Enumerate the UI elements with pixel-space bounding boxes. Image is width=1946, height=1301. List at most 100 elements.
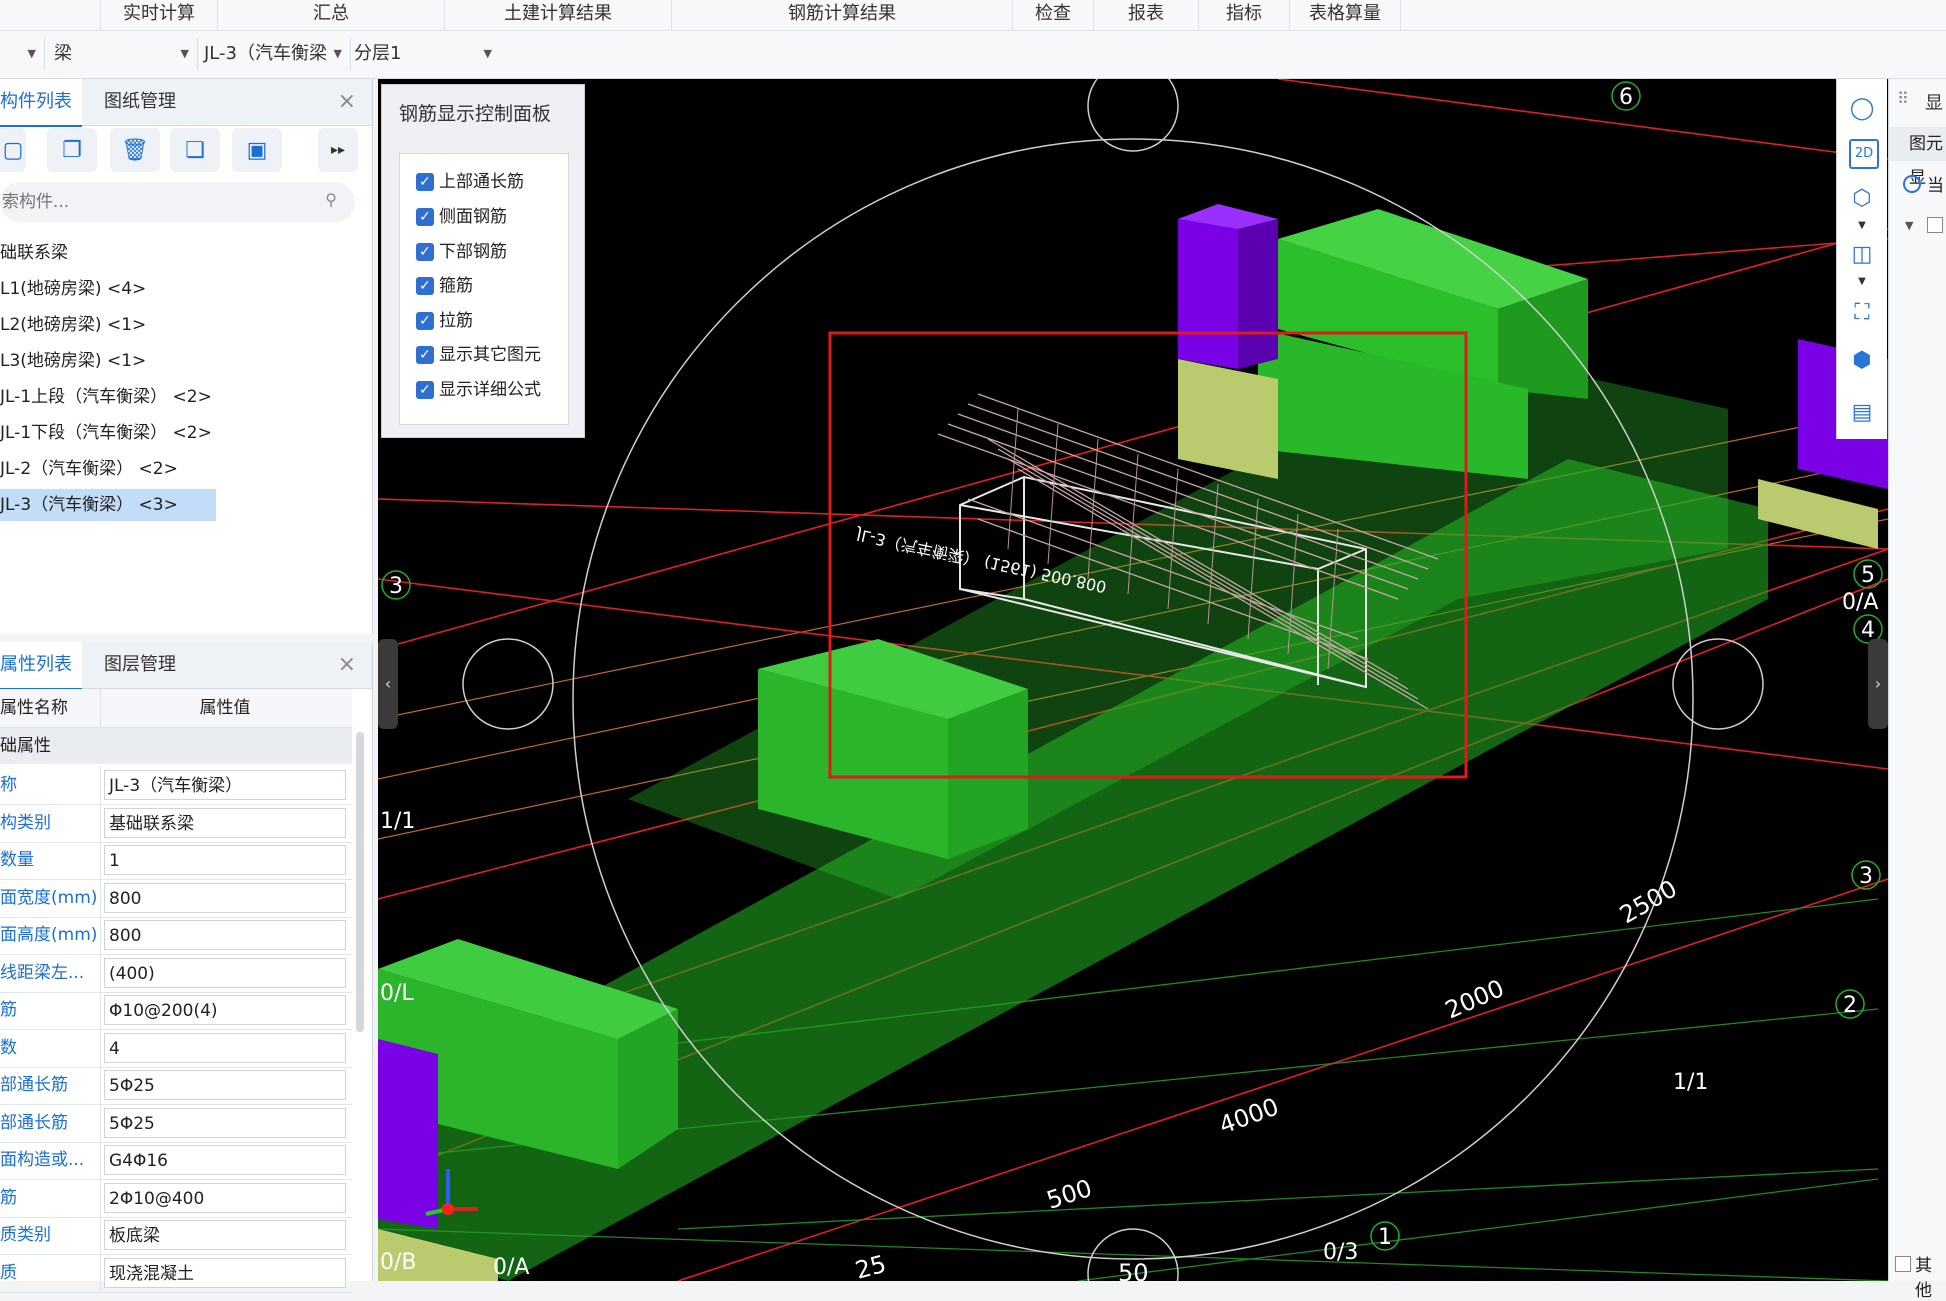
save-template-button[interactable]: ▣	[232, 128, 282, 172]
duplicate-button[interactable]: ❏	[170, 128, 220, 172]
collapse-right-handle[interactable]: ›	[1868, 639, 1888, 729]
menu-summary[interactable]: 汇总	[218, 0, 445, 30]
dimension-50: 50	[1118, 1259, 1149, 1281]
property-value-field[interactable]: 现浇混凝土	[104, 1257, 346, 1288]
checkbox-top-rebar[interactable]: ✓ 上部通长筋	[416, 167, 524, 197]
tree-item-jl2[interactable]: JL-2（汽车衡梁） <2>	[0, 453, 178, 485]
component-dropdown[interactable]: JL-3（汽车衡梁 ▼	[204, 38, 351, 70]
property-scrollbar[interactable]	[356, 732, 364, 1032]
collapse-left-handle[interactable]: ‹	[378, 639, 398, 729]
property-value-field[interactable]: 2Φ10@400	[104, 1182, 346, 1213]
tab-layer-management[interactable]: 图层管理	[104, 642, 204, 688]
chevron-down-icon: ▼	[27, 47, 36, 60]
tree-item-jl1-lower[interactable]: JL-1下段（汽车衡梁） <2>	[0, 417, 212, 449]
double-chevron-right-icon: ▸▸	[330, 142, 346, 158]
tab-drawing-management[interactable]: 图纸管理	[104, 79, 204, 125]
header-property-name: 属性名称	[0, 689, 101, 727]
close-icon[interactable]: ×	[338, 91, 356, 113]
property-value-field[interactable]: 4	[104, 1032, 346, 1063]
column-base-pad	[1178, 359, 1278, 479]
property-panel: 属性列表 图层管理 × 属性名称 属性值 础属性 称 JL-3（汽车衡梁） 构类别基…	[0, 642, 373, 1293]
check-icon: ✓	[416, 243, 434, 261]
property-name: 数量	[0, 841, 101, 879]
property-value-field[interactable]: 1	[104, 845, 346, 875]
property-value-field[interactable]: (400)	[104, 957, 346, 988]
delete-button[interactable]: 🗑	[110, 128, 160, 172]
tree-item-jl3[interactable]: JL-3（汽车衡梁） <3>	[0, 489, 216, 521]
tree-item-l3[interactable]: L3(地磅房梁) <1>	[0, 345, 146, 377]
3d-viewport[interactable]: JL-3（汽车衡梁） (1561) 500.800 6 3 1/1 0/L 0/…	[378, 79, 1888, 1281]
floor-dropdown[interactable]: ▼	[0, 38, 45, 70]
other-checkbox[interactable]	[1895, 1256, 1911, 1272]
component-search[interactable]: ⚲	[0, 182, 355, 222]
checkbox-label: 显示其它图元	[439, 345, 541, 365]
menu-rebar-results[interactable]: 钢筋计算结果	[672, 0, 1013, 30]
check-icon: ✓	[416, 381, 434, 399]
tree-item-l1[interactable]: L1(地磅房梁) <4>	[0, 273, 146, 305]
display-settings-panel: ⠿ 显 图元显 当 ▼ 其他	[1888, 79, 1946, 1301]
property-row: 筋 2Φ10@400	[0, 1178, 352, 1218]
tree-item-foundation-beam[interactable]: 础联系梁	[0, 237, 68, 269]
other-label: 其他	[1915, 1256, 1932, 1301]
properties-view-icon[interactable]: ▤	[1846, 397, 1878, 429]
check-icon: ✓	[416, 277, 434, 295]
property-row: 数量 1	[0, 841, 352, 880]
grid-label-0-l: 0/L	[380, 981, 414, 1006]
search-input[interactable]	[0, 182, 294, 222]
checkbox-bottom-rebar[interactable]: ✓ 下部钢筋	[416, 237, 507, 267]
chevron-down-icon[interactable]: ▼	[1846, 266, 1878, 298]
chevron-down-icon[interactable]: ▼	[1905, 219, 1913, 232]
property-value-field[interactable]: 板底梁	[104, 1220, 346, 1250]
menu-civil-results[interactable]: 土建计算结果	[445, 0, 672, 30]
orbit-handle-right[interactable]	[1672, 638, 1764, 730]
2d-view-icon[interactable]: 2D	[1849, 139, 1879, 169]
radio-current-label: 当	[1927, 176, 1944, 196]
checkbox-show-other[interactable]: ✓ 显示其它图元	[416, 340, 541, 370]
checkbox-stirrup[interactable]: ✓ 箍筋	[416, 271, 473, 301]
property-name: 筋	[0, 1178, 101, 1217]
property-value-field[interactable]: 800	[104, 920, 346, 950]
trash-icon: 🗑	[121, 137, 149, 163]
tab-display[interactable]: 显	[1925, 89, 1943, 115]
menu-report[interactable]: 报表	[1094, 0, 1199, 30]
component-view-icon[interactable]: ⬢	[1846, 345, 1878, 377]
menu-index[interactable]: 指标	[1199, 0, 1290, 30]
layers-icon: ❏	[185, 137, 205, 163]
tree-item-jl1-upper[interactable]: JL-1上段（汽车衡梁） <2>	[0, 381, 212, 413]
check-icon: ✓	[416, 346, 434, 364]
new-component-button[interactable]: ▢	[0, 128, 26, 172]
property-group-basic[interactable]: 础属性	[0, 728, 352, 764]
property-value-field[interactable]: 基础联系梁	[104, 807, 346, 838]
radio-icon[interactable]	[1903, 175, 1921, 193]
chevron-down-icon: ▼	[333, 47, 342, 60]
chevron-down-icon: ▼	[180, 47, 189, 60]
checkbox-show-formula[interactable]: ✓ 显示详细公式	[416, 375, 541, 405]
property-value-field[interactable]: 800	[104, 882, 346, 913]
property-value-field[interactable]: JL-3（汽车衡梁）	[104, 770, 346, 800]
menu-table-quantity[interactable]: 表格算量	[1290, 0, 1401, 30]
tree-checkbox[interactable]	[1927, 217, 1943, 233]
copy-button[interactable]: ❐	[47, 128, 97, 172]
checkbox-tie-bar[interactable]: ✓ 拉筋	[416, 306, 473, 336]
orbit-handle-left[interactable]	[462, 638, 554, 730]
more-tools-button[interactable]: ▸▸	[318, 128, 358, 172]
layer-dropdown[interactable]: 分层1 ▼	[354, 38, 500, 70]
menu-check[interactable]: 检查	[1013, 0, 1094, 30]
rebar-panel-title: 钢筋显示控制面板	[399, 103, 552, 125]
tab-property-list[interactable]: 属性列表	[0, 642, 82, 690]
checkbox-side-rebar[interactable]: ✓ 侧面钢筋	[416, 202, 507, 232]
property-value-field[interactable]: Φ10@200(4)	[104, 995, 346, 1025]
close-icon[interactable]: ×	[338, 654, 356, 676]
drag-handle-icon[interactable]: ⠿	[1897, 89, 1909, 108]
menu-realtime-calc[interactable]: 实时计算	[101, 0, 218, 30]
category-dropdown[interactable]: 梁 ▼	[54, 38, 198, 70]
dynamic-view-icon[interactable]: ◯	[1846, 93, 1878, 125]
property-value-field[interactable]: G4Φ16	[104, 1145, 346, 1175]
chevron-down-icon[interactable]: ▼	[1846, 210, 1878, 242]
check-icon: ✓	[416, 208, 434, 226]
property-value-field[interactable]: 5Φ25	[104, 1107, 346, 1138]
tree-item-l2[interactable]: L2(地磅房梁) <1>	[0, 309, 146, 341]
property-value-field[interactable]: 5Φ25	[104, 1070, 346, 1100]
fullscreen-icon[interactable]: ⛶	[1846, 297, 1878, 329]
tab-component-list[interactable]: 构件列表	[0, 79, 82, 127]
